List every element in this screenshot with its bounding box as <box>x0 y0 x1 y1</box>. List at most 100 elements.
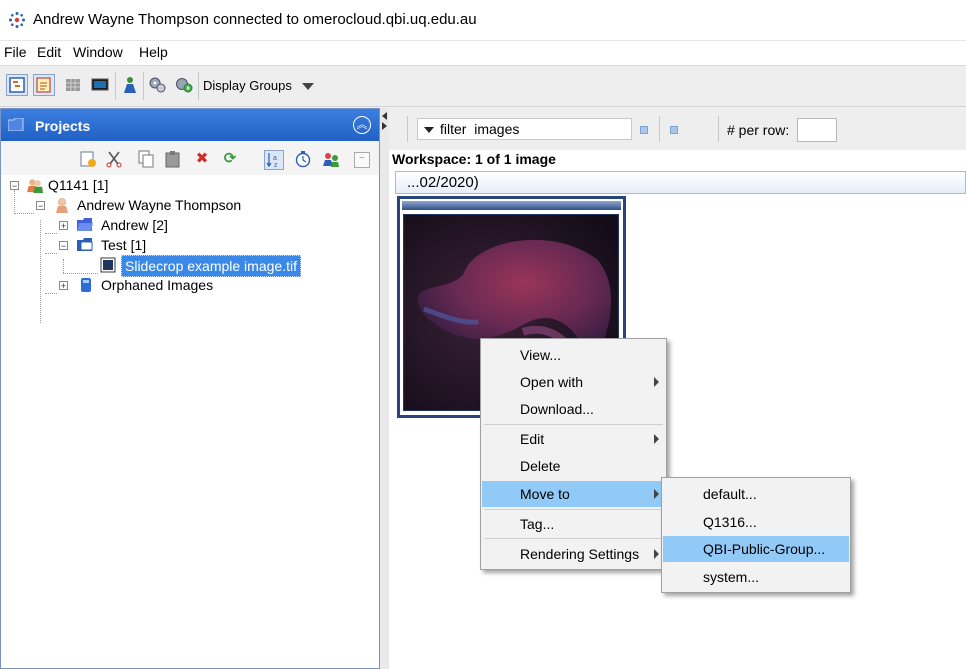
user-button[interactable] <box>119 74 141 96</box>
arrow-right-icon[interactable] <box>382 122 387 130</box>
collapse-node-icon[interactable]: − <box>36 201 45 211</box>
collapse-all-icon[interactable]: − <box>354 152 370 168</box>
expand-node-icon[interactable]: + <box>59 221 68 231</box>
menu-file[interactable]: File <box>4 44 27 60</box>
grid-view-button[interactable] <box>62 74 84 96</box>
context-menu-delete[interactable]: Delete <box>482 453 665 479</box>
screen-view-button[interactable] <box>89 74 111 96</box>
filter-option-button[interactable] <box>640 126 648 134</box>
menu-help[interactable]: Help <box>139 44 168 60</box>
cut-icon[interactable] <box>105 150 123 168</box>
tree-row-image[interactable]: Slidecrop example image.tif <box>1 255 379 277</box>
menu-item-label: system... <box>703 569 760 585</box>
refresh-icon[interactable]: ⟳ <box>221 150 239 168</box>
run-script-icon <box>176 78 193 93</box>
filter-users-icon[interactable] <box>322 150 340 168</box>
menu-bar: File Edit Window Help <box>0 41 966 66</box>
menu-separator <box>484 424 663 425</box>
panel-splitter[interactable] <box>380 108 389 669</box>
window-title: Andrew Wayne Thompson connected to omero… <box>33 11 477 28</box>
menu-separator <box>484 509 663 510</box>
toolbar-separator <box>198 72 199 100</box>
title-bar: Andrew Wayne Thompson connected to omero… <box>0 0 966 41</box>
per-row-input[interactable] <box>797 118 837 142</box>
menu-edit[interactable]: Edit <box>37 44 61 60</box>
move-to-system[interactable]: system... <box>663 564 849 590</box>
explorer-view-button[interactable] <box>6 74 28 96</box>
svg-text:a: a <box>273 155 277 162</box>
menu-item-label: QBI-Public-Group... <box>703 541 826 557</box>
filter-option-button[interactable] <box>670 126 678 134</box>
tree-row-orphaned[interactable]: + Orphaned Images <box>1 275 379 295</box>
orphaned-images-icon <box>81 278 91 292</box>
chevron-down-icon[interactable] <box>302 83 314 90</box>
delete-icon[interactable]: ✖ <box>193 150 211 168</box>
tree-row-group[interactable]: − Q1141 [1] <box>1 175 379 195</box>
tree-row-dataset-test[interactable]: − Test [1] <box>1 235 379 255</box>
projects-panel: Projects ︽ ✖ ⟳ az − − Q1141 [1] − Andrew… <box>0 108 380 669</box>
tagging-view-button[interactable] <box>33 74 55 96</box>
context-menu-tag[interactable]: Tag... <box>482 511 665 537</box>
context-menu-edit[interactable]: Edit <box>482 426 665 452</box>
expand-node-icon[interactable]: + <box>59 281 68 291</box>
context-menu-open-with[interactable]: Open with <box>482 369 665 395</box>
main-toolbar: Display Groups <box>0 66 966 107</box>
new-item-icon[interactable] <box>79 150 97 168</box>
monitor-icon <box>91 78 109 91</box>
submenu-arrow-icon <box>654 489 659 499</box>
move-to-q1316[interactable]: Q1316... <box>663 509 849 535</box>
filter-separator <box>407 116 408 142</box>
context-menu-view[interactable]: View... <box>482 342 665 368</box>
menu-item-label: Rendering Settings <box>520 546 640 562</box>
scripts-button[interactable] <box>173 74 195 96</box>
menu-separator <box>484 538 663 539</box>
projects-panel-title: Projects <box>35 118 91 134</box>
filter-separator <box>659 116 660 142</box>
collapse-node-icon[interactable]: − <box>59 241 68 251</box>
menu-item-label: Download... <box>520 401 594 417</box>
projects-panel-header[interactable]: Projects ︽ <box>1 109 379 141</box>
toolbar-separator <box>143 72 144 100</box>
context-menu-rendering-settings[interactable]: Rendering Settings <box>482 541 665 567</box>
date-group-header[interactable]: ...02/2020) <box>395 171 966 194</box>
analysis-button[interactable] <box>147 74 169 96</box>
collapse-panel-icon[interactable]: ︽ <box>353 116 371 134</box>
image-label: Slidecrop example image.tif <box>121 255 301 277</box>
context-menu-download[interactable]: Download... <box>482 396 665 422</box>
date-group-label: ...02/2020) <box>407 174 479 191</box>
submenu-arrow-icon <box>654 549 659 559</box>
notepad-icon <box>36 77 51 93</box>
collapse-node-icon[interactable]: − <box>10 181 19 191</box>
paste-icon[interactable] <box>164 150 182 168</box>
tree-toolbar: ✖ ⟳ az − <box>1 141 379 176</box>
gears-icon <box>149 77 166 93</box>
menu-item-label: Edit <box>520 431 545 447</box>
projects-tree: − Q1141 [1] − Andrew Wayne Thompson + An… <box>1 175 379 668</box>
menu-window[interactable]: Window <box>73 44 123 60</box>
display-groups-button[interactable]: Display Groups <box>203 78 292 93</box>
project-folder-icon <box>77 218 93 231</box>
filter-separator <box>718 116 719 142</box>
menu-item-label: default... <box>703 486 757 502</box>
filter-images-input[interactable] <box>417 118 632 140</box>
dataset-label: Test [1] <box>101 237 147 253</box>
submenu-arrow-icon <box>654 377 659 387</box>
sort-by-date-icon[interactable] <box>294 150 312 168</box>
context-menu-move-to[interactable]: Move to <box>482 481 665 507</box>
tree-view-icon <box>9 77 25 93</box>
orphaned-label: Orphaned Images <box>101 277 214 293</box>
arrow-left-icon[interactable] <box>382 112 387 120</box>
per-row-label: # per row: <box>727 122 790 138</box>
tree-row-user[interactable]: − Andrew Wayne Thompson <box>1 195 379 215</box>
menu-item-label: Open with <box>520 374 584 390</box>
copy-icon[interactable] <box>137 150 155 168</box>
sort-alphabetical-icon[interactable]: az <box>264 150 284 170</box>
menu-item-label: Delete <box>520 458 561 474</box>
move-to-default[interactable]: default... <box>663 481 849 507</box>
menu-item-label: Q1316... <box>703 514 757 530</box>
context-menu: View... Open with Download... Edit Delet… <box>480 338 667 570</box>
tree-row-dataset-andrew[interactable]: + Andrew [2] <box>1 215 379 235</box>
submenu-arrow-icon <box>654 434 659 444</box>
filter-dropdown-icon[interactable] <box>424 127 434 133</box>
move-to-qbi-public-group[interactable]: QBI-Public-Group... <box>663 536 849 562</box>
